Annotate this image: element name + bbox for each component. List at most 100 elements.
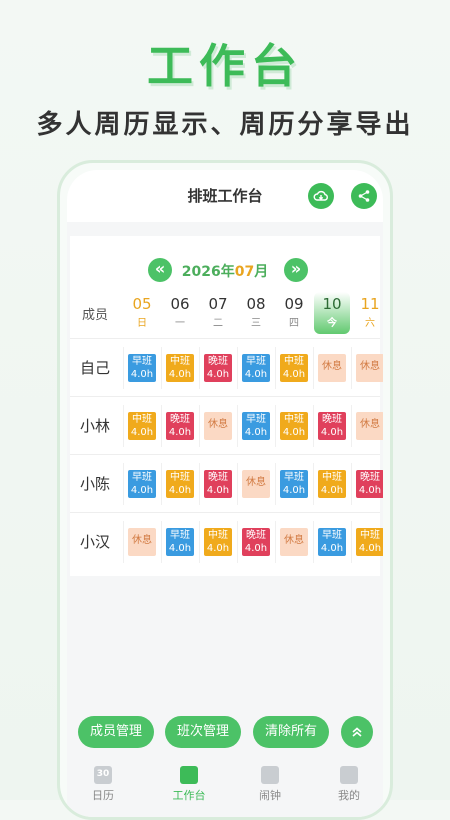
day-column-05[interactable]: 05 日 bbox=[124, 292, 160, 334]
shift-hours: 4.0h bbox=[206, 543, 230, 554]
member-name[interactable]: 小林 bbox=[70, 397, 120, 455]
shift-cell[interactable]: 中班 4.0h bbox=[280, 354, 308, 382]
clear-all-button[interactable]: 清除所有 bbox=[253, 716, 329, 748]
shift-name: 早班 bbox=[246, 356, 266, 367]
shift-name: 早班 bbox=[322, 530, 342, 541]
member-management-button[interactable]: 成员管理 bbox=[78, 716, 154, 748]
cell-divider bbox=[313, 463, 314, 505]
shift-cell[interactable]: 中班 4.0h bbox=[318, 470, 346, 498]
day-column-07[interactable]: 07 二 bbox=[200, 292, 236, 334]
day-column-10[interactable]: 10 今 bbox=[314, 292, 350, 334]
shift-cell[interactable]: 中班 4.0h bbox=[280, 412, 308, 440]
shift-cell[interactable]: 休息 bbox=[356, 354, 383, 382]
shift-management-button[interactable]: 班次管理 bbox=[165, 716, 241, 748]
member-row: 小汉 休息 早班 4.0h 中班 4.0h 晚班 4.0h 休息 早班 4.0h 中班 4.0h bbox=[70, 512, 383, 571]
cell-divider bbox=[275, 405, 276, 447]
shift-cell[interactable]: 休息 bbox=[356, 412, 383, 440]
shift-cell[interactable]: 休息 bbox=[242, 470, 270, 498]
shift-cell[interactable]: 晚班 4.0h bbox=[318, 412, 346, 440]
cell-divider bbox=[199, 521, 200, 563]
tab-calendar[interactable]: 30 日历 bbox=[75, 766, 131, 803]
shift-hours: 4.0h bbox=[282, 369, 306, 380]
tab-label: 工作台 bbox=[172, 789, 206, 802]
action-bar: 成员管理 班次管理 清除所有 bbox=[67, 716, 383, 752]
month-label[interactable]: 2026年07月 bbox=[70, 261, 380, 281]
cloud-download-icon bbox=[313, 190, 328, 201]
tab-user[interactable]: 我的 bbox=[321, 766, 377, 803]
shift-hours: 4.0h bbox=[130, 369, 154, 380]
shift-name: 中班 bbox=[132, 414, 152, 425]
shift-cell[interactable]: 晚班 4.0h bbox=[204, 470, 232, 498]
cell-divider bbox=[123, 463, 124, 505]
shift-name: 休息 bbox=[208, 419, 228, 430]
month-suffix: 月 bbox=[254, 264, 269, 280]
collapse-button[interactable] bbox=[341, 716, 373, 748]
shift-cell[interactable]: 休息 bbox=[128, 528, 156, 556]
share-button[interactable] bbox=[351, 183, 377, 209]
day-column-06[interactable]: 06 一 bbox=[162, 292, 198, 334]
shift-name: 中班 bbox=[360, 530, 380, 541]
day-number: 10 bbox=[322, 295, 342, 313]
shift-cell[interactable]: 中班 4.0h bbox=[356, 528, 383, 556]
month-text: 07 bbox=[234, 264, 255, 280]
shift-cell[interactable]: 中班 4.0h bbox=[204, 528, 232, 556]
shift-name: 中班 bbox=[208, 530, 228, 541]
shift-name: 早班 bbox=[132, 356, 152, 367]
shift-name: 晚班 bbox=[322, 414, 342, 425]
shift-name: 早班 bbox=[246, 414, 266, 425]
shift-cell[interactable]: 早班 4.0h bbox=[242, 354, 270, 382]
shift-hours: 4.0h bbox=[320, 427, 344, 438]
shift-cell[interactable]: 中班 4.0h bbox=[166, 470, 194, 498]
weekday-label: 一 bbox=[175, 318, 185, 329]
shift-cell[interactable]: 早班 4.0h bbox=[128, 354, 156, 382]
member-name[interactable]: 小汉 bbox=[70, 513, 120, 571]
day-number: 11 bbox=[360, 295, 380, 313]
member-row: 小林 中班 4.0h 晚班 4.0h 休息 早班 4.0h 中班 4.0h 晚班 4.0h 休息 bbox=[70, 396, 383, 455]
shift-cell[interactable]: 休息 bbox=[204, 412, 232, 440]
tab-workbench[interactable]: 工作台 bbox=[161, 766, 217, 803]
shift-hours: 4.0h bbox=[168, 427, 192, 438]
export-button[interactable] bbox=[308, 183, 334, 209]
shift-cell[interactable]: 晚班 4.0h bbox=[204, 354, 232, 382]
day-number: 06 bbox=[170, 295, 190, 313]
shift-hours: 4.0h bbox=[244, 427, 268, 438]
cell-divider bbox=[237, 347, 238, 389]
cell-divider bbox=[313, 405, 314, 447]
day-number: 07 bbox=[208, 295, 228, 313]
next-week-button[interactable]: » bbox=[284, 258, 308, 282]
shift-cell[interactable]: 晚班 4.0h bbox=[242, 528, 270, 556]
shift-cell[interactable]: 早班 4.0h bbox=[128, 470, 156, 498]
shift-hours: 4.0h bbox=[244, 369, 268, 380]
shift-cell[interactable]: 晚班 4.0h bbox=[166, 412, 194, 440]
member-row: 自己 早班 4.0h 中班 4.0h 晚班 4.0h 早班 4.0h 中班 4.0h 休息 休息 bbox=[70, 338, 383, 397]
day-number: 05 bbox=[132, 295, 152, 313]
shift-cell[interactable]: 休息 bbox=[318, 354, 346, 382]
shift-name: 休息 bbox=[322, 361, 342, 372]
shift-hours: 4.0h bbox=[206, 369, 230, 380]
cell-divider bbox=[313, 521, 314, 563]
share-icon bbox=[358, 190, 370, 202]
shift-cell[interactable]: 早班 4.0h bbox=[280, 470, 308, 498]
day-column-11[interactable]: 11 六 bbox=[352, 292, 383, 334]
month-switcher: « 2026年07月 » bbox=[70, 256, 380, 284]
alarm-icon bbox=[261, 766, 279, 784]
shift-cell[interactable]: 中班 4.0h bbox=[128, 412, 156, 440]
tab-alarm[interactable]: 闹钟 bbox=[242, 766, 298, 803]
shift-cell[interactable]: 中班 4.0h bbox=[166, 354, 194, 382]
page-title: 排班工作台 bbox=[187, 187, 263, 205]
calendar-badge: 30 bbox=[96, 769, 110, 779]
shift-cell[interactable]: 休息 bbox=[280, 528, 308, 556]
member-name[interactable]: 小陈 bbox=[70, 455, 120, 513]
shift-cell[interactable]: 晚班 4.0h bbox=[356, 470, 383, 498]
shift-cell[interactable]: 早班 4.0h bbox=[318, 528, 346, 556]
shift-cell[interactable]: 早班 4.0h bbox=[242, 412, 270, 440]
day-column-08[interactable]: 08 三 bbox=[238, 292, 274, 334]
phone-frame: 排班工作台 « 2026年07月 » 成员 05 日 06 一 07 二 08 … bbox=[57, 160, 393, 820]
shift-cell[interactable]: 早班 4.0h bbox=[166, 528, 194, 556]
shift-hours: 4.0h bbox=[282, 427, 306, 438]
chevron-up-icon bbox=[352, 727, 362, 737]
day-column-09[interactable]: 09 四 bbox=[276, 292, 312, 334]
cell-divider bbox=[351, 521, 352, 563]
member-name[interactable]: 自己 bbox=[70, 339, 120, 397]
tab-label: 闹钟 bbox=[259, 789, 281, 802]
